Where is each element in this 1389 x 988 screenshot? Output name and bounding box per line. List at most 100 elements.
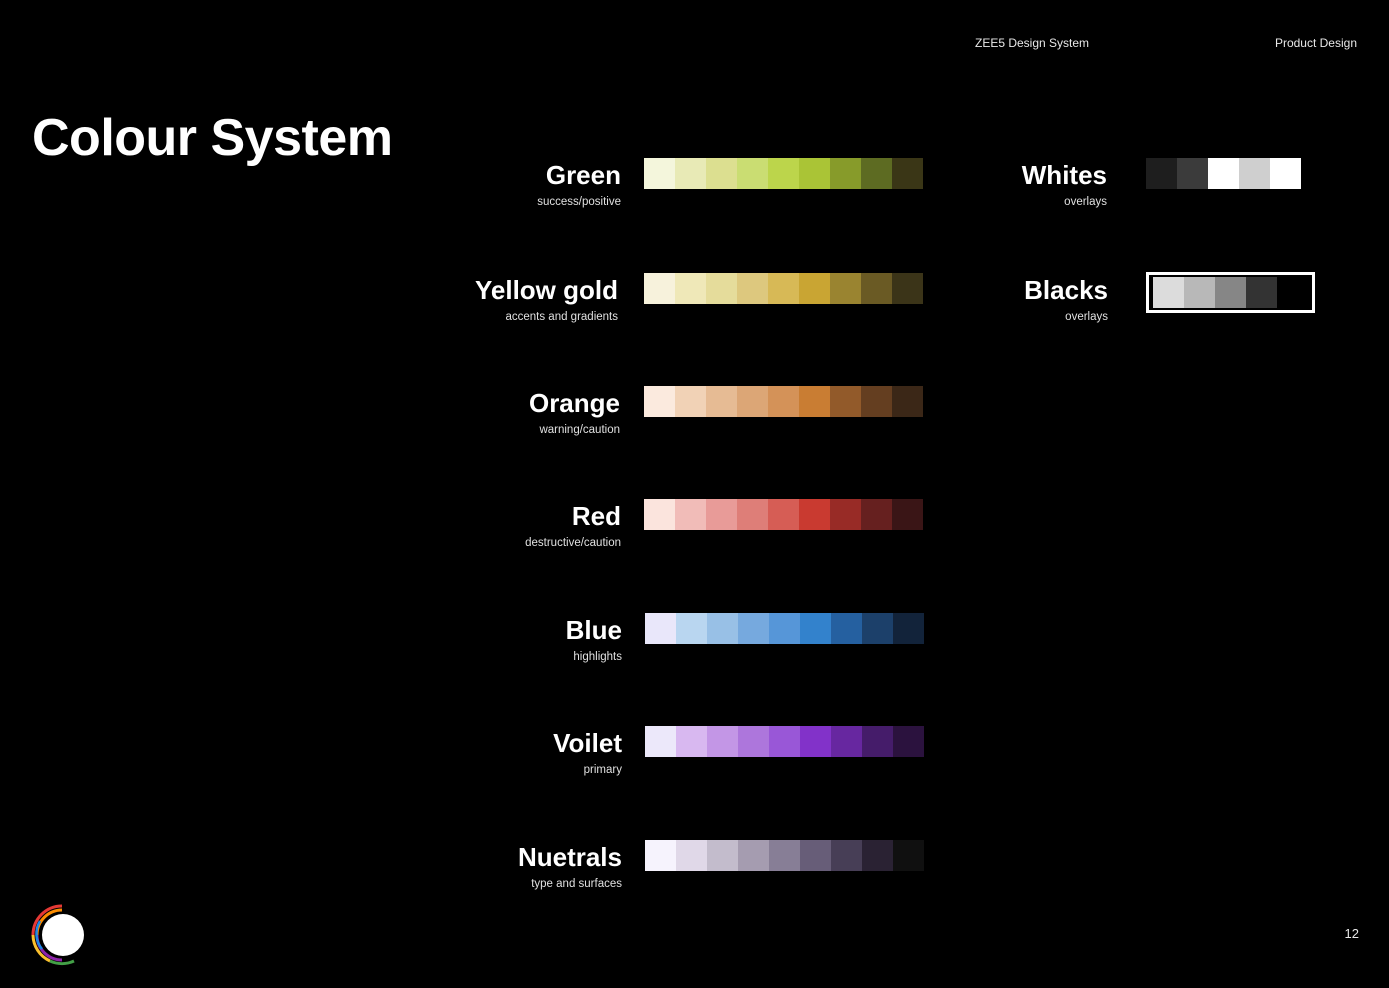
color-swatch xyxy=(645,840,676,871)
overlay-label-blacks: Blacks overlays xyxy=(1024,277,1108,323)
color-swatch xyxy=(1270,158,1301,189)
palette-label-blue: Blue highlights xyxy=(566,617,622,663)
color-swatch xyxy=(1153,277,1184,308)
palette-description: highlights xyxy=(573,651,622,663)
color-swatch xyxy=(799,499,830,530)
color-swatch xyxy=(831,840,862,871)
color-swatch xyxy=(830,499,861,530)
color-swatch xyxy=(676,613,707,644)
color-swatch xyxy=(861,499,892,530)
color-swatch xyxy=(675,158,706,189)
color-swatch xyxy=(769,613,800,644)
palette-description: type and surfaces xyxy=(531,878,622,890)
color-swatch xyxy=(1177,158,1208,189)
color-swatch xyxy=(1146,158,1177,189)
overlay-label-whites: Whites overlays xyxy=(1022,162,1107,208)
palette-label-voilet: Voilet primary xyxy=(553,730,622,776)
color-swatch xyxy=(1215,277,1246,308)
palette-description: accents and gradients xyxy=(505,311,618,323)
swatch-bar-blue xyxy=(645,613,924,644)
palette-name: Blue xyxy=(565,615,622,645)
palette-description: destructive/caution xyxy=(525,537,621,549)
palette-name: Green xyxy=(545,160,621,190)
palette-label-yellow-gold: Yellow gold accents and gradients xyxy=(475,277,618,323)
overlay-name: Whites xyxy=(1021,160,1107,190)
color-swatch xyxy=(676,840,707,871)
color-swatch xyxy=(706,273,737,304)
color-swatch xyxy=(830,386,861,417)
palette-description: warning/caution xyxy=(539,424,620,436)
color-swatch xyxy=(768,386,799,417)
color-swatch xyxy=(800,840,831,871)
color-swatch xyxy=(862,840,893,871)
overlay-name: Blacks xyxy=(1024,275,1108,305)
color-swatch xyxy=(738,840,769,871)
palette-name: Nuetrals xyxy=(517,842,622,872)
color-swatch xyxy=(830,273,861,304)
color-swatch xyxy=(830,158,861,189)
color-swatch xyxy=(706,499,737,530)
swatch-bar-red xyxy=(644,499,923,530)
logo-wordmark: ZEE5 xyxy=(48,925,85,941)
palette-label-green: Green success/positive xyxy=(537,162,621,208)
color-swatch xyxy=(861,273,892,304)
color-swatch xyxy=(644,386,675,417)
color-swatch xyxy=(799,158,830,189)
color-swatch xyxy=(737,273,768,304)
color-swatch xyxy=(800,726,831,757)
color-swatch xyxy=(644,499,675,530)
color-swatch xyxy=(676,726,707,757)
color-swatch xyxy=(737,158,768,189)
color-swatch xyxy=(675,273,706,304)
color-swatch xyxy=(737,386,768,417)
color-swatch xyxy=(738,613,769,644)
palette-description: success/positive xyxy=(537,196,621,208)
overlay-description: overlays xyxy=(1064,196,1107,208)
color-swatch xyxy=(893,840,924,871)
color-swatch xyxy=(1184,277,1215,308)
color-swatch xyxy=(1239,158,1270,189)
overlay-description: overlays xyxy=(1065,311,1108,323)
palette-name: Voilet xyxy=(553,728,622,758)
color-swatch xyxy=(862,613,893,644)
color-swatch xyxy=(675,386,706,417)
color-swatch xyxy=(893,726,924,757)
color-swatch xyxy=(645,726,676,757)
color-swatch xyxy=(707,613,738,644)
palette-label-nuetrals: Nuetrals type and surfaces xyxy=(518,844,622,890)
color-swatch xyxy=(892,386,923,417)
color-swatch xyxy=(768,499,799,530)
palette-label-red: Red destructive/caution xyxy=(525,503,621,549)
color-swatch xyxy=(768,158,799,189)
color-swatch xyxy=(706,158,737,189)
color-swatch xyxy=(644,158,675,189)
color-swatch xyxy=(861,158,892,189)
color-swatch xyxy=(644,273,675,304)
color-swatch xyxy=(768,273,799,304)
palette-name: Yellow gold xyxy=(474,275,618,305)
color-swatch xyxy=(769,726,800,757)
color-swatch xyxy=(892,273,923,304)
color-swatch xyxy=(707,726,738,757)
swatch-bar-green xyxy=(644,158,923,189)
color-swatch xyxy=(892,158,923,189)
doc-title: ZEE5 Design System xyxy=(975,36,1090,50)
palette-description: primary xyxy=(583,764,622,776)
color-swatch xyxy=(706,386,737,417)
color-swatch xyxy=(831,613,862,644)
color-swatch xyxy=(893,613,924,644)
color-swatch xyxy=(675,499,706,530)
swatch-bar-blacks xyxy=(1146,272,1315,313)
swatch-bar-voilet xyxy=(645,726,924,757)
color-swatch xyxy=(799,386,830,417)
palette-name: Orange xyxy=(528,388,620,418)
color-swatch xyxy=(1246,277,1277,308)
color-swatch xyxy=(862,726,893,757)
color-swatch xyxy=(1277,277,1308,308)
palette-name: Red xyxy=(571,501,621,531)
swatch-bar-nuetrals xyxy=(645,840,924,871)
page-number: 12 xyxy=(1344,926,1359,941)
color-swatch xyxy=(1208,158,1239,189)
color-swatch xyxy=(645,613,676,644)
color-swatch xyxy=(892,499,923,530)
